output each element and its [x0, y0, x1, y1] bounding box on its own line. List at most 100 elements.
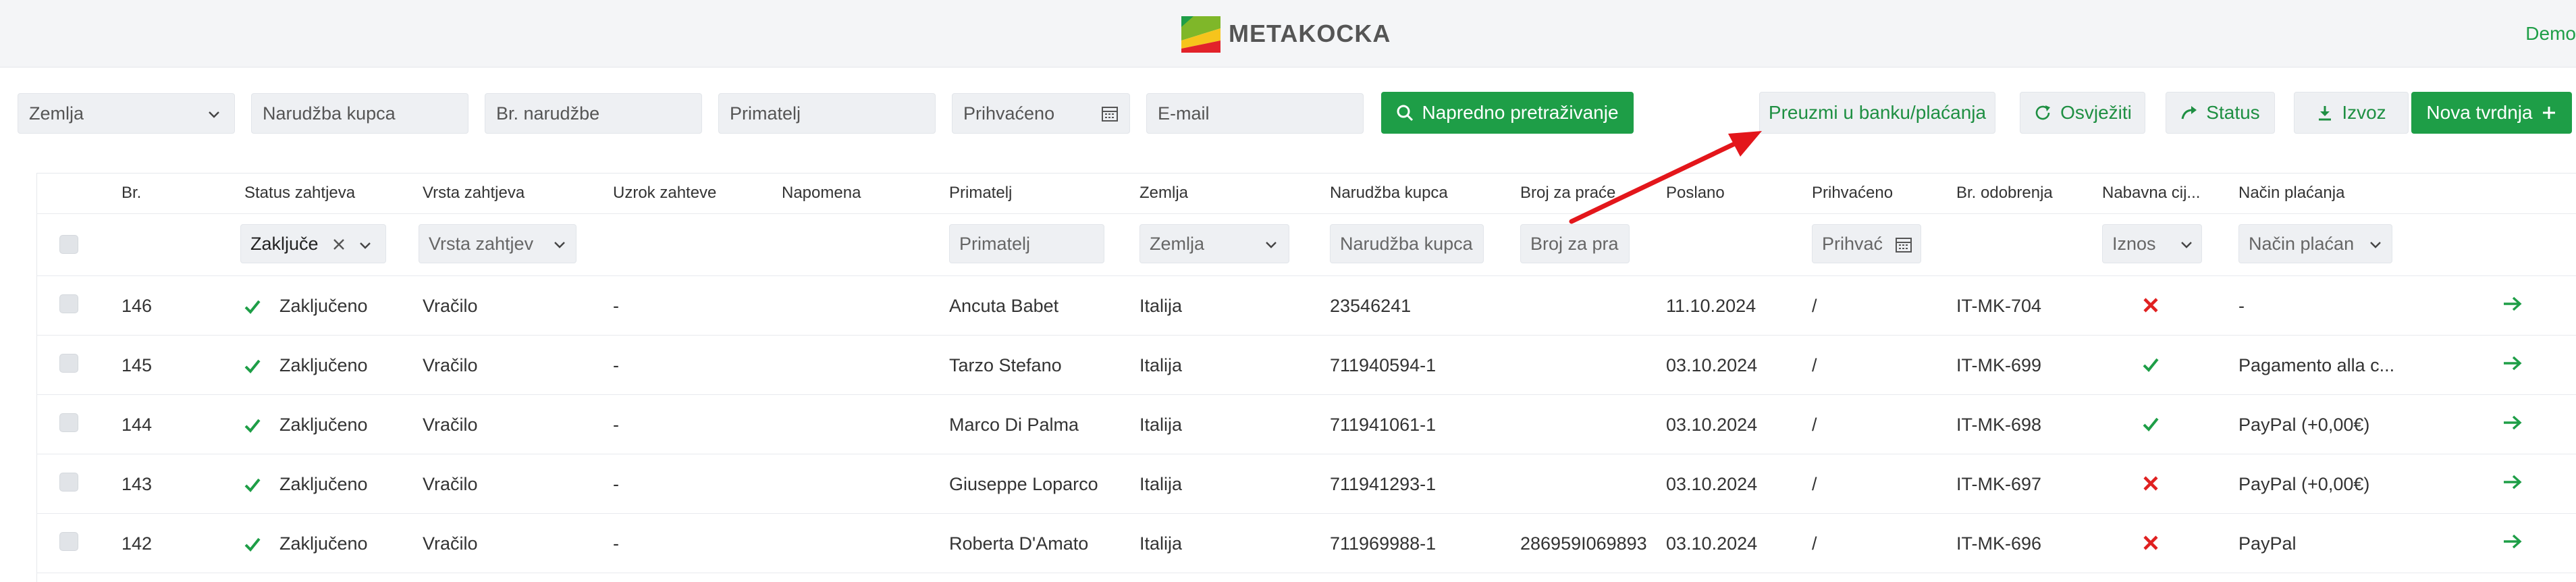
row-sent: 03.10.2024: [1666, 415, 1758, 435]
open-row-arrow-icon[interactable]: [2502, 354, 2523, 373]
logo-text: METAKOCKA: [1229, 20, 1391, 47]
row-number: 143: [122, 474, 153, 494]
export-button[interactable]: Izvoz: [2294, 92, 2409, 134]
bank-import-button[interactable]: Preuzmi u banku/plaćanja: [1759, 92, 1995, 134]
table-row[interactable]: [36, 394, 2576, 454]
chevron-down-icon: [1266, 242, 1277, 248]
country-filter-select[interactable]: Zemlja: [18, 93, 235, 134]
order-number-placeholder: Br. narudžbe: [496, 103, 600, 124]
advanced-search-label: Napredno pretraživanje: [1422, 102, 1619, 123]
accepted-date-input[interactable]: Prihvaćeno: [952, 93, 1130, 134]
row-cause: -: [613, 415, 619, 435]
chevron-down-icon: [2370, 242, 2381, 248]
row-type: Vračilo: [423, 533, 478, 554]
new-claim-label: Nova tvrdnja: [2426, 102, 2533, 123]
row-accepted: /: [1812, 474, 1817, 494]
row-status: Zaključeno: [279, 474, 368, 494]
row-country: Italija: [1139, 355, 1183, 375]
col-header-status[interactable]: Status zahtjeva: [244, 184, 355, 203]
status-button[interactable]: Status: [2166, 92, 2275, 134]
open-row-arrow-icon[interactable]: [2502, 532, 2523, 551]
row-payment: -: [2238, 296, 2245, 316]
country-column-filter[interactable]: Zemlja: [1139, 224, 1289, 263]
customer-order-input[interactable]: Narudžba kupca: [251, 93, 468, 134]
select-all-checkbox[interactable]: [59, 235, 78, 254]
col-header-accepted[interactable]: Prihvaćeno: [1812, 184, 1893, 203]
table-row[interactable]: [36, 275, 2576, 335]
col-header-type[interactable]: Vrsta zahtjeva: [423, 184, 525, 203]
calendar-icon[interactable]: [1101, 105, 1119, 122]
status-check-icon: [244, 478, 261, 492]
row-checkbox[interactable]: [59, 532, 78, 551]
row-checkbox[interactable]: [59, 473, 78, 492]
col-header-country[interactable]: Zemlja: [1139, 184, 1188, 203]
calendar-icon[interactable]: [1895, 236, 1912, 253]
row-tracking: 286959I069893: [1520, 533, 1647, 554]
chevron-down-icon: [209, 111, 219, 118]
row-status: Zaključeno: [279, 355, 368, 375]
email-input[interactable]: E-mail: [1146, 93, 1364, 134]
row-checkbox[interactable]: [59, 294, 78, 313]
email-placeholder: E-mail: [1158, 103, 1210, 124]
table-row[interactable]: [36, 513, 2576, 573]
refresh-button[interactable]: Osvježiti: [2020, 92, 2145, 134]
row-status: Zaključeno: [279, 533, 368, 554]
col-header-note[interactable]: Napomena: [782, 184, 861, 203]
tracking-filter-placeholder: Broj za pra: [1530, 233, 1619, 254]
col-header-recipient[interactable]: Primatelj: [949, 184, 1012, 203]
bank-import-label: Preuzmi u banku/plaćanja: [1768, 102, 1987, 123]
download-icon: [2319, 106, 2332, 121]
payment-column-filter[interactable]: Način plaćan: [2238, 224, 2392, 263]
col-header-number[interactable]: Br.: [122, 184, 141, 203]
row-checkbox[interactable]: [59, 354, 78, 373]
row-accepted: /: [1812, 533, 1817, 554]
col-header-cause[interactable]: Uzrok zahteve: [613, 184, 716, 203]
row-recipient: Ancuta Babet: [949, 296, 1059, 316]
row-checkbox[interactable]: [59, 413, 78, 432]
row-country: Italija: [1139, 533, 1183, 554]
status-check-icon: [244, 419, 261, 433]
open-row-arrow-icon[interactable]: [2502, 473, 2523, 492]
row-cause: -: [613, 474, 619, 494]
new-claim-button[interactable]: Nova tvrdnja: [2411, 92, 2572, 134]
row-customer-order: 711969988-1: [1330, 533, 1437, 554]
accepted-column-filter[interactable]: Prihvać: [1812, 224, 1921, 263]
recipient-input[interactable]: Primatelj: [718, 93, 936, 134]
col-header-approval[interactable]: Br. odobrenja: [1956, 184, 2053, 203]
accepted-date-placeholder: Prihvaćeno: [963, 103, 1055, 124]
col-header-purchase-price[interactable]: Nabavna cij...: [2102, 184, 2200, 203]
type-column-filter[interactable]: Vrsta zahtjev: [419, 224, 576, 263]
row-recipient: Roberta D'Amato: [949, 533, 1089, 554]
col-header-customer-order[interactable]: Narudžba kupca: [1330, 184, 1448, 203]
customer-order-column-filter[interactable]: Narudžba kupca: [1330, 224, 1484, 263]
recipient-column-filter[interactable]: Primatelj: [949, 224, 1104, 263]
status-filter-value: Zaključe: [250, 233, 319, 254]
open-row-arrow-icon[interactable]: [2502, 294, 2523, 313]
metakocka-logo-icon: [1181, 16, 1220, 53]
logo[interactable]: METAKOCKA: [1180, 14, 1391, 54]
row-accepted: /: [1812, 296, 1817, 316]
tracking-column-filter[interactable]: Broj za pra: [1520, 224, 1630, 263]
row-number: 146: [122, 296, 153, 316]
open-row-arrow-icon[interactable]: [2502, 413, 2523, 432]
chevron-down-icon: [360, 242, 371, 249]
status-column-filter[interactable]: Zaključe: [240, 224, 386, 263]
row-recipient: Marco Di Palma: [949, 415, 1079, 435]
col-header-payment[interactable]: Način plaćanja: [2238, 184, 2344, 203]
clear-icon[interactable]: [331, 237, 346, 252]
user-menu-link[interactable]: Demo: [2525, 23, 2576, 45]
row-approval: IT-MK-699: [1956, 355, 2042, 375]
annotation-arrow-icon: [1569, 131, 1762, 224]
table-row[interactable]: [36, 454, 2576, 513]
purchase-missing-cross-icon: [2143, 535, 2158, 550]
status-check-icon: [244, 359, 261, 373]
customer-order-placeholder: Narudžba kupca: [263, 103, 396, 124]
amount-column-filter[interactable]: Iznos: [2102, 224, 2202, 263]
table-row[interactable]: [36, 335, 2576, 394]
status-check-icon: [244, 537, 261, 552]
payment-filter-placeholder: Način plaćan: [2249, 233, 2355, 254]
order-number-input[interactable]: Br. narudžbe: [485, 93, 702, 134]
top-header: METAKOCKA Demo: [0, 0, 2576, 68]
row-type: Vračilo: [423, 474, 478, 494]
purchase-missing-cross-icon: [2143, 476, 2158, 491]
